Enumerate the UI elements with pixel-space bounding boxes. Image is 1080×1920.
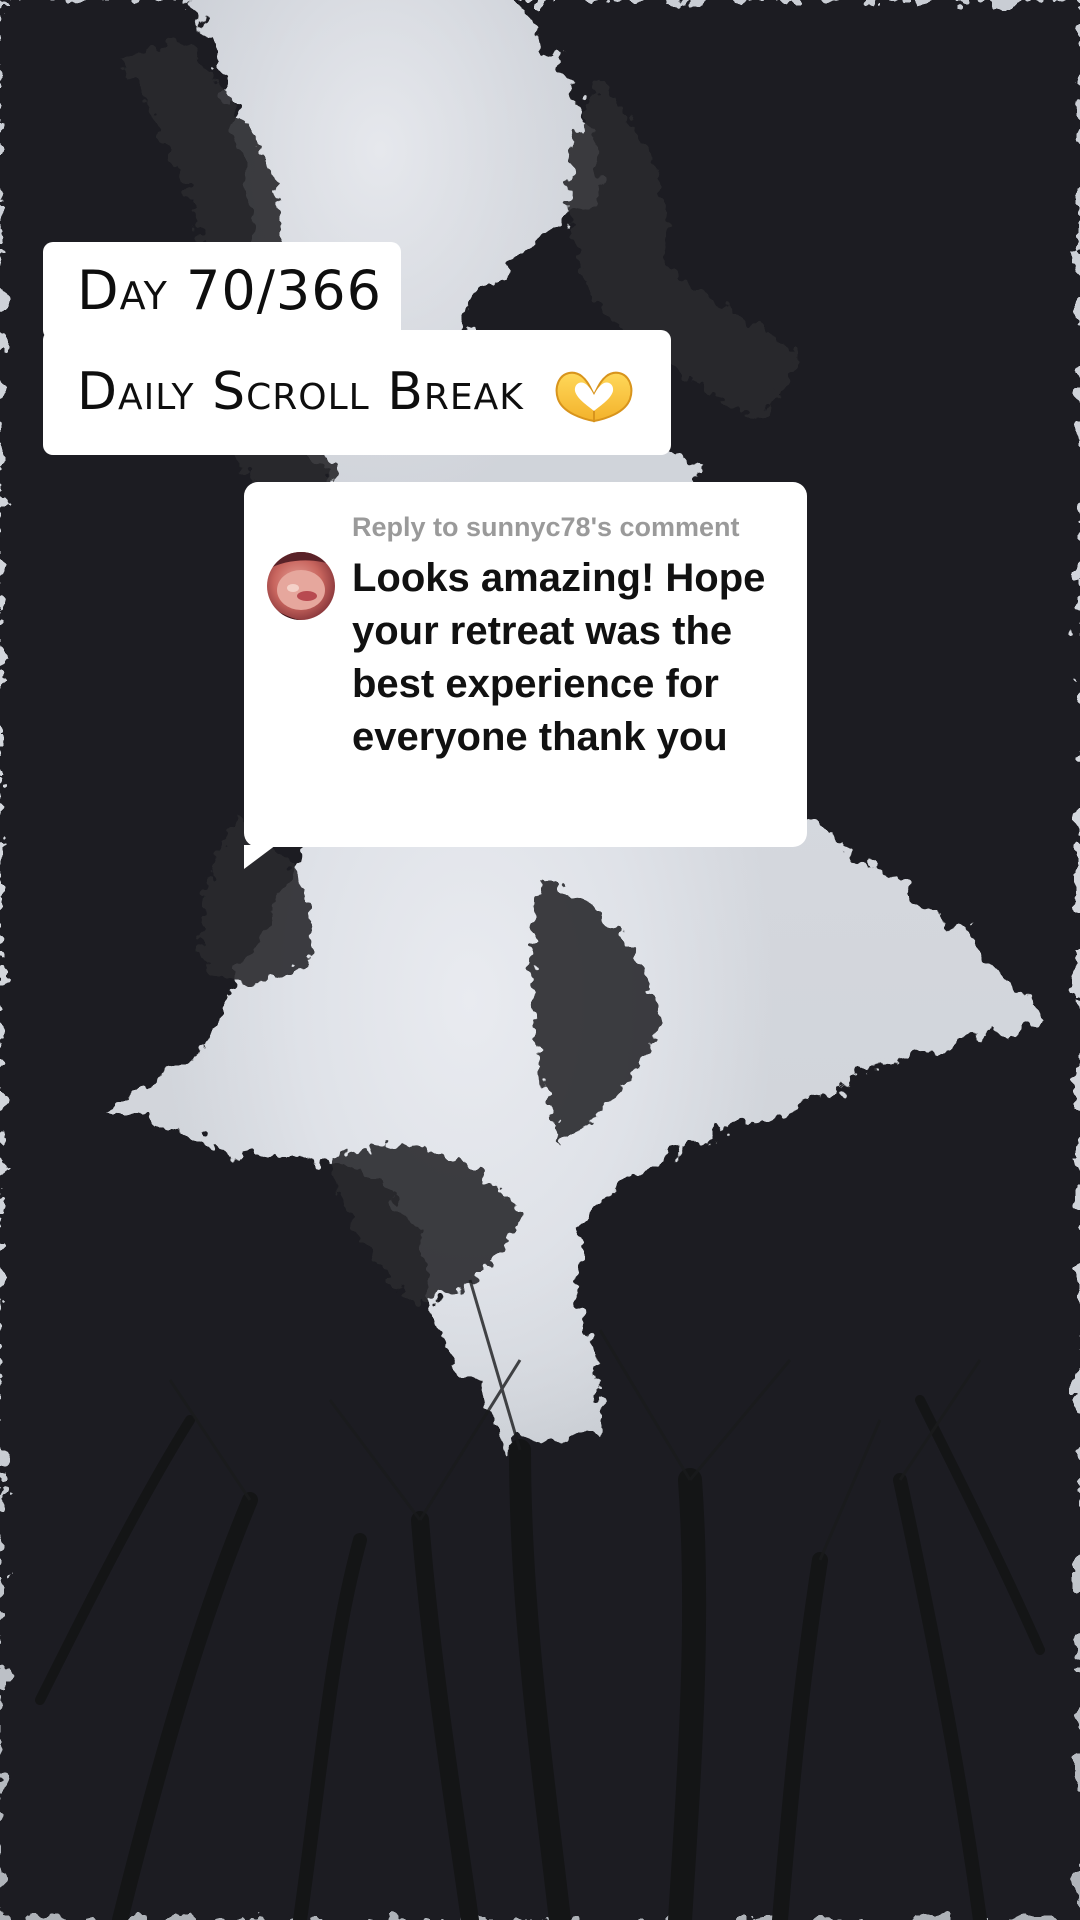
heart-hands-emoji-icon [556,371,633,423]
comment-text: Looks amazing! Hope your retreat was the… [352,556,766,759]
avatar-image-icon [267,552,335,620]
reply-to-label: Reply to sunnyc78's comment [352,512,740,542]
day-counter-text: Day 70/366 [77,259,382,322]
commenter-avatar[interactable] [267,552,335,620]
bubble-tail [244,845,276,869]
day-counter-sticker: Day 70/366 [43,242,401,340]
video-frame[interactable]: Day 70/366 Daily Scroll Break Reply to s… [0,0,1080,1920]
title-sticker: Daily Scroll Break [43,330,671,455]
title-text: Daily Scroll Break [77,362,524,422]
reply-comment-bubble[interactable]: Reply to sunnyc78's comment Looks amazin… [244,482,807,869]
